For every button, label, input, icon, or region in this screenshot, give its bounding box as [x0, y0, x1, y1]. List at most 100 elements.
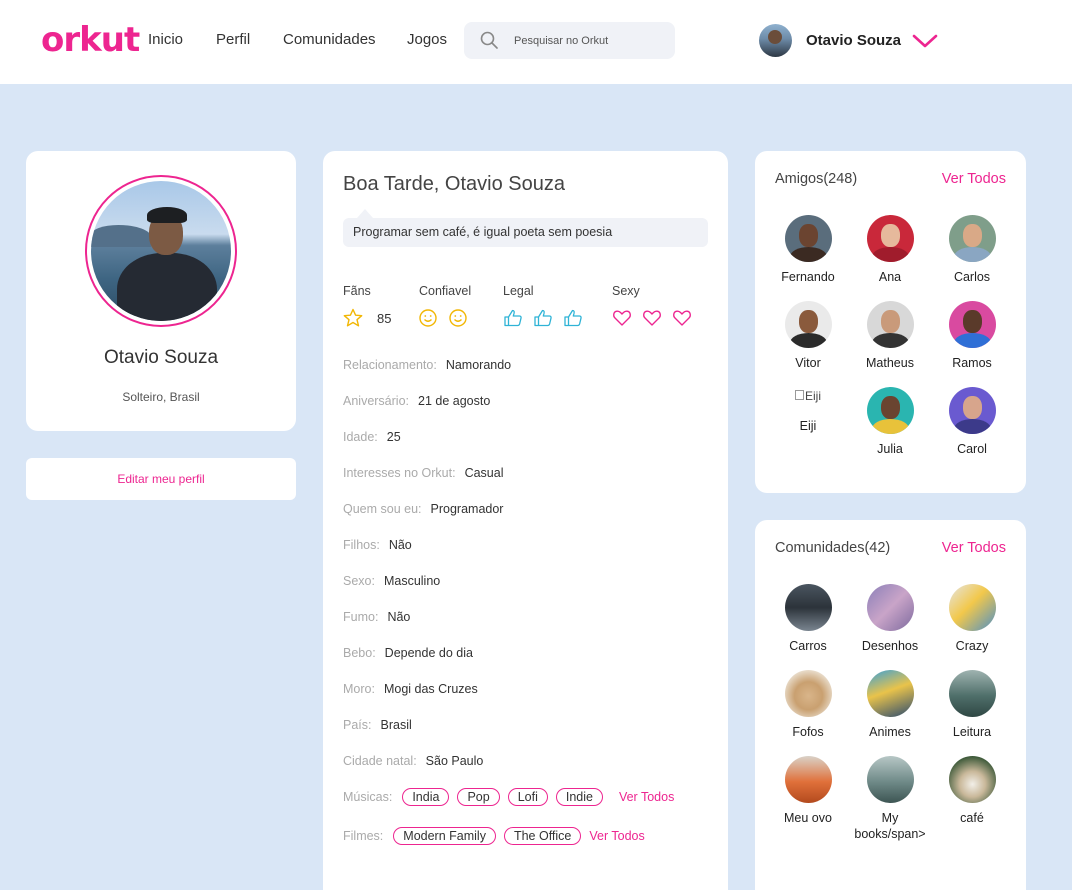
- friend-avatar: [784, 301, 832, 348]
- field-value: Não: [387, 610, 411, 624]
- search-input[interactable]: [514, 31, 664, 51]
- field-value: São Paulo: [425, 754, 484, 768]
- star-icon[interactable]: [343, 308, 363, 328]
- friend-name: Carol: [957, 442, 987, 456]
- friends-title: Amigos(248): [775, 171, 858, 187]
- community-item[interactable]: Fofos: [767, 670, 849, 748]
- communities-title: Comunidades(42): [775, 540, 891, 556]
- thumbs-up-icon[interactable]: [563, 308, 583, 328]
- community-avatar: [784, 756, 832, 803]
- confiavel-rating: [418, 307, 478, 329]
- friend-item[interactable]: Ana: [849, 215, 931, 293]
- friend-avatar: [948, 301, 996, 348]
- community-item[interactable]: Meu ovo: [767, 756, 849, 834]
- movie-tag[interactable]: Modern Family: [393, 827, 496, 845]
- header-user-name[interactable]: Otavio Souza: [806, 32, 901, 49]
- greeting-title: Boa Tarde, Otavio Souza: [343, 173, 565, 195]
- profile-photo[interactable]: [91, 181, 231, 321]
- community-item[interactable]: Carros: [767, 584, 849, 662]
- community-avatar: [866, 756, 914, 803]
- legal-rating: [503, 307, 593, 329]
- music-tag[interactable]: Indie: [555, 788, 603, 806]
- community-avatar: [948, 756, 996, 803]
- orkut-logo[interactable]: orkut: [41, 20, 140, 60]
- community-item[interactable]: Animes: [849, 670, 931, 748]
- community-item[interactable]: My books/span>: [849, 756, 931, 841]
- nav-comunidades[interactable]: Comunidades: [283, 31, 376, 48]
- friends-ver-todos-link[interactable]: Ver Todos: [942, 171, 1006, 187]
- nav-perfil[interactable]: Perfil: [216, 31, 250, 48]
- nav-jogos[interactable]: Jogos: [407, 31, 447, 48]
- community-name: Crazy: [955, 639, 989, 653]
- friend-name: Vitor: [795, 356, 821, 370]
- friend-item[interactable]: Vitor: [767, 301, 849, 379]
- confiavel-label: Confiavel: [419, 284, 472, 298]
- music-tag[interactable]: Pop: [457, 788, 500, 806]
- fans-rating: 85: [343, 307, 391, 329]
- edit-profile-link[interactable]: Editar meu perfil: [26, 472, 296, 486]
- community-item[interactable]: Desenhos: [849, 584, 931, 662]
- nav-inicio[interactable]: Inicio: [148, 31, 183, 48]
- friend-item[interactable]: Carol: [931, 387, 1013, 465]
- musicas-label: Músicas:: [343, 790, 393, 804]
- communities-ver-todos-link[interactable]: Ver Todos: [942, 540, 1006, 556]
- movie-tag[interactable]: The Office: [503, 827, 582, 845]
- community-item[interactable]: café: [931, 756, 1013, 834]
- field-value: 21 de agosto: [418, 394, 491, 408]
- filmes-ver-todos-link[interactable]: Ver Todos: [589, 829, 644, 843]
- field-key: Fumo:: [343, 610, 379, 624]
- profile-name: Otavio Souza: [103, 347, 219, 368]
- main-profile-card: Boa Tarde, Otavio Souza Programar sem ca…: [323, 151, 728, 890]
- friends-card: Amigos(248) Ver Todos Fernando Ana Carlo…: [755, 151, 1026, 493]
- friend-item[interactable]: Ramos: [931, 301, 1013, 379]
- field-value: Namorando: [445, 358, 512, 372]
- field-key: Aniversário:: [343, 394, 409, 408]
- smile-icon[interactable]: [448, 308, 468, 328]
- heart-icon[interactable]: [612, 308, 632, 328]
- broken-image-alt: Eiji: [804, 389, 821, 403]
- field-quem-sou-eu: Quem sou eu: Programador: [343, 502, 503, 516]
- friend-item[interactable]: Carlos: [931, 215, 1013, 293]
- community-avatar: [866, 584, 914, 631]
- heart-icon[interactable]: [672, 308, 692, 328]
- chevron-down-icon[interactable]: [912, 33, 938, 49]
- musicas-ver-todos-link[interactable]: Ver Todos: [619, 790, 674, 804]
- smile-icon[interactable]: [418, 308, 438, 328]
- fans-count: 85: [377, 310, 392, 326]
- community-item[interactable]: Leitura: [931, 670, 1013, 748]
- field-key: País:: [343, 718, 372, 732]
- field-value: Depende do dia: [384, 646, 473, 660]
- friend-name: Ramos: [952, 356, 992, 370]
- community-avatar: [784, 670, 832, 717]
- header-avatar[interactable]: [759, 24, 792, 57]
- music-tag[interactable]: India: [402, 788, 450, 806]
- field-idade: Idade: 25: [343, 430, 401, 444]
- friend-name: Eiji: [799, 419, 817, 433]
- community-name: Fofos: [792, 725, 824, 739]
- friend-item[interactable]: Eiji Eiji: [767, 387, 849, 465]
- friend-item[interactable]: Fernando: [767, 215, 849, 293]
- filmes-label: Filmes:: [343, 829, 384, 843]
- thumbs-up-icon[interactable]: [503, 308, 523, 328]
- status-quote: Programar sem café, é igual poeta sem po…: [343, 209, 708, 247]
- field-pais: País: Brasil: [343, 718, 412, 732]
- friend-item[interactable]: Julia: [849, 387, 931, 465]
- field-key: Quem sou eu:: [343, 502, 422, 516]
- friends-grid: Fernando Ana Carlos Vitor Matheus Ramos …: [767, 215, 1015, 465]
- broken-image-icon: Eiji: [778, 387, 838, 411]
- friend-name: Julia: [877, 442, 903, 456]
- sexy-label: Sexy: [612, 284, 640, 298]
- field-key: Cidade natal:: [343, 754, 417, 768]
- search-icon: [480, 31, 498, 49]
- friend-avatar: [784, 215, 832, 262]
- friend-name: Ana: [878, 270, 902, 284]
- friend-item[interactable]: Matheus: [849, 301, 931, 379]
- thumbs-up-icon[interactable]: [533, 308, 553, 328]
- community-item[interactable]: Crazy: [931, 584, 1013, 662]
- music-tag[interactable]: Lofi: [507, 788, 548, 806]
- search-box[interactable]: [464, 22, 675, 59]
- fans-label: Fãns: [343, 284, 371, 298]
- field-value: 25: [386, 430, 401, 444]
- heart-icon[interactable]: [642, 308, 662, 328]
- field-cidade-natal: Cidade natal: São Paulo: [343, 754, 483, 768]
